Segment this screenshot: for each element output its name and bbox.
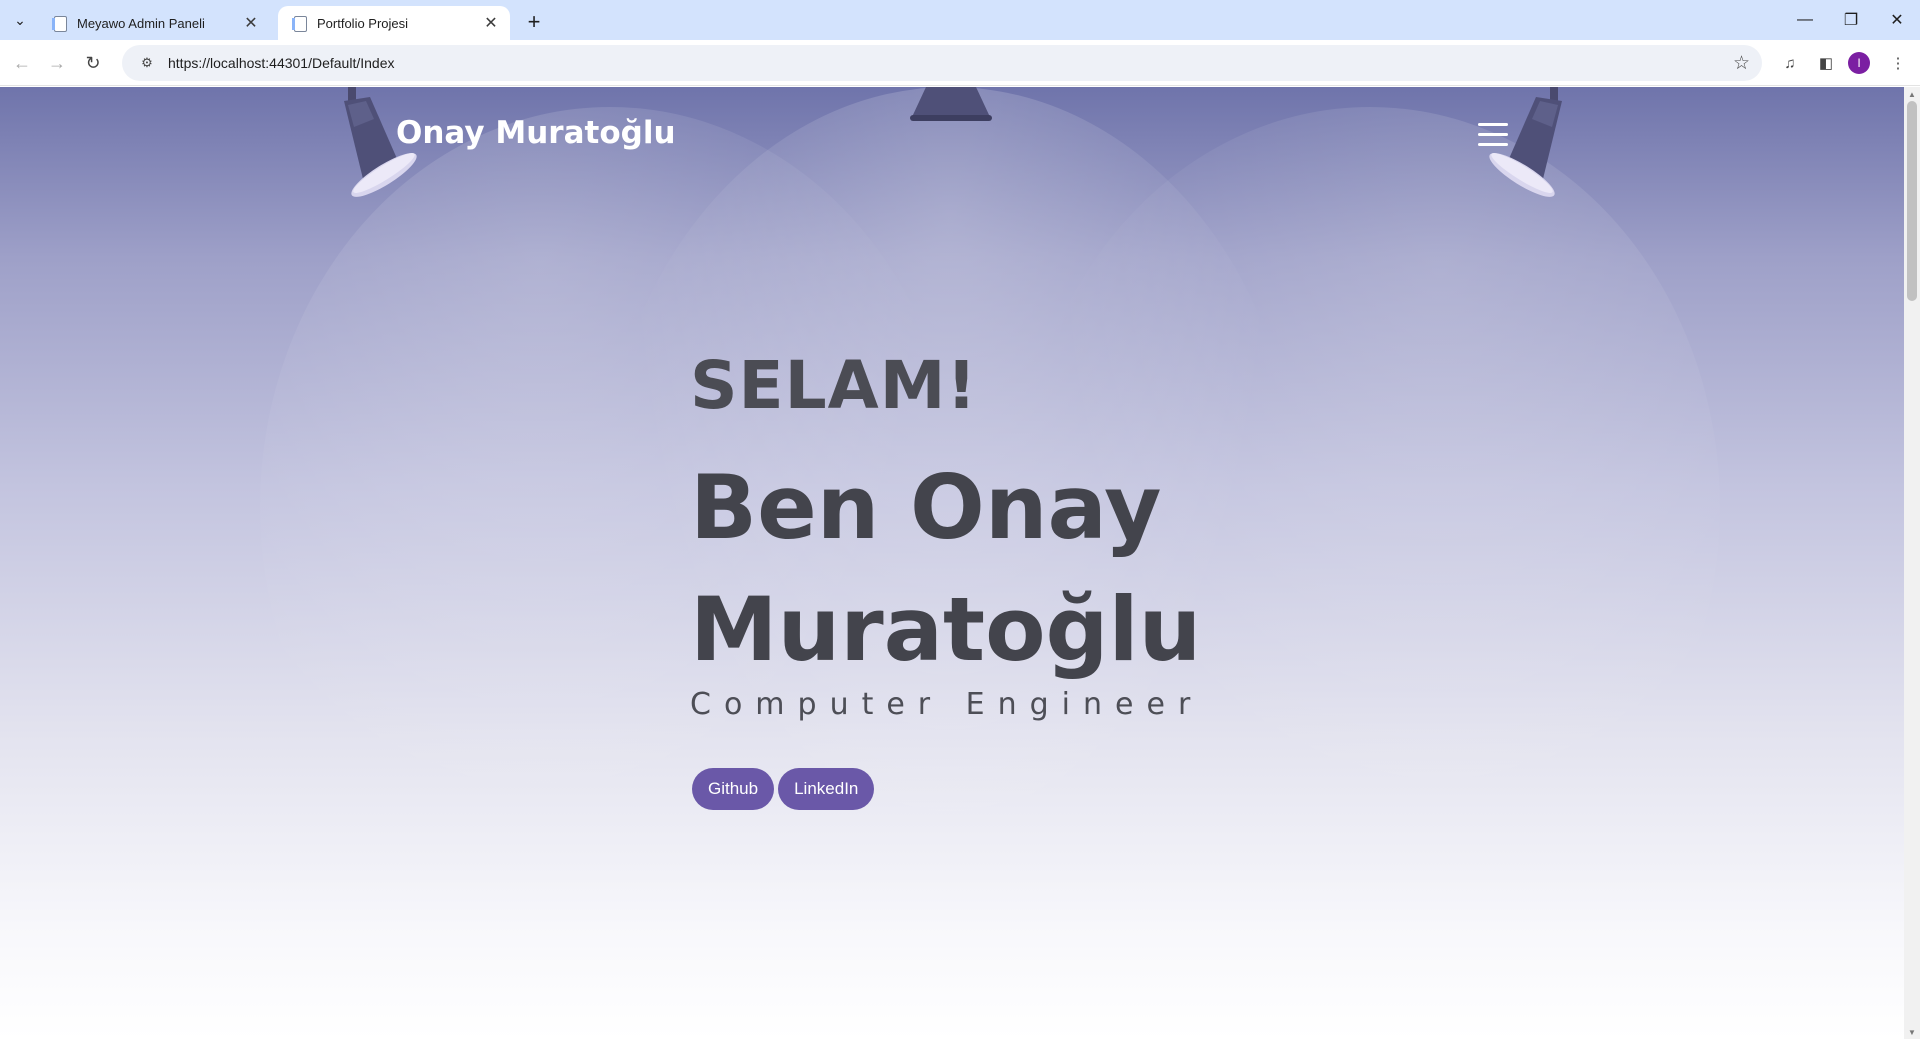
forward-button[interactable]: →: [43, 49, 71, 77]
media-controls-icon[interactable]: ♫: [1778, 51, 1802, 75]
arrow-left-icon: ←: [13, 52, 31, 73]
hero-name-line2: Muratoğlu: [690, 578, 1202, 681]
chevron-down-icon: ⌄: [14, 11, 26, 28]
tab-title: Portfolio Projesi: [317, 15, 409, 31]
tab-title: Meyawo Admin Paneli: [77, 15, 205, 31]
github-button[interactable]: Github: [692, 768, 775, 810]
back-button[interactable]: ←: [8, 49, 36, 77]
window-close-button[interactable]: ✕: [1874, 0, 1920, 40]
page-icon: [292, 15, 308, 32]
page-viewport: Onay Muratoğlu SELAM! Ben Onay Muratoğlu…: [0, 87, 1920, 1039]
site-brand[interactable]: Onay Muratoğlu: [396, 115, 676, 151]
side-panel-icon[interactable]: ◧: [1814, 51, 1838, 75]
tab-search-button[interactable]: ⌄: [6, 7, 34, 33]
new-tab-button[interactable]: +: [520, 8, 548, 36]
profile-avatar[interactable]: I: [1848, 52, 1870, 74]
hero-greeting: SELAM!: [690, 347, 978, 424]
spotlight-lamp-icon: [1489, 87, 1562, 197]
hamburger-menu-icon[interactable]: [1478, 123, 1508, 147]
restore-icon: ❐: [1843, 12, 1859, 29]
scrollbar-thumb[interactable]: [1907, 101, 1917, 301]
arrow-right-icon: →: [48, 52, 66, 73]
more-menu-icon[interactable]: ⋮: [1886, 51, 1910, 75]
browser-toolbar: ← → ↻ ⚙ https://localhost:44301/Default/…: [0, 40, 1920, 86]
social-buttons: Github LinkedIn: [692, 768, 875, 810]
close-icon: ✕: [1890, 12, 1904, 29]
plus-icon: +: [527, 9, 541, 34]
hero-role: Computer Engineer: [690, 687, 1204, 722]
tab-portfolio[interactable]: Portfolio Projesi ✕: [278, 6, 510, 40]
minimize-icon: —: [1797, 11, 1813, 28]
page-scrollbar[interactable]: ▲ ▼: [1904, 87, 1920, 1039]
url-text[interactable]: https://localhost:44301/Default/Index: [168, 55, 394, 71]
page-icon: [52, 15, 68, 32]
site-info-icon[interactable]: ⚙: [136, 52, 158, 74]
tab-admin-panel[interactable]: Meyawo Admin Paneli ✕: [38, 6, 270, 40]
reload-button[interactable]: ↻: [79, 49, 107, 77]
scroll-up-icon[interactable]: ▲: [1907, 89, 1917, 99]
hero-name-line1: Ben Onay: [690, 456, 1162, 559]
close-icon[interactable]: ✕: [242, 14, 260, 32]
linkedin-button[interactable]: LinkedIn: [778, 768, 875, 810]
reload-icon: ↻: [85, 52, 101, 73]
hero-name: Ben Onay Muratoğlu: [690, 447, 1290, 691]
close-icon[interactable]: ✕: [482, 14, 500, 32]
tab-strip: ⌄ Meyawo Admin Paneli ✕ Portfolio Projes…: [0, 0, 1920, 40]
spotlight-lamp-icon: [910, 87, 992, 121]
minimize-button[interactable]: —: [1782, 0, 1828, 40]
scroll-down-icon[interactable]: ▼: [1907, 1027, 1917, 1037]
bookmark-star-icon[interactable]: ☆: [1733, 52, 1750, 75]
restore-button[interactable]: ❐: [1828, 0, 1874, 40]
address-bar[interactable]: ⚙ https://localhost:44301/Default/Index …: [122, 45, 1762, 81]
